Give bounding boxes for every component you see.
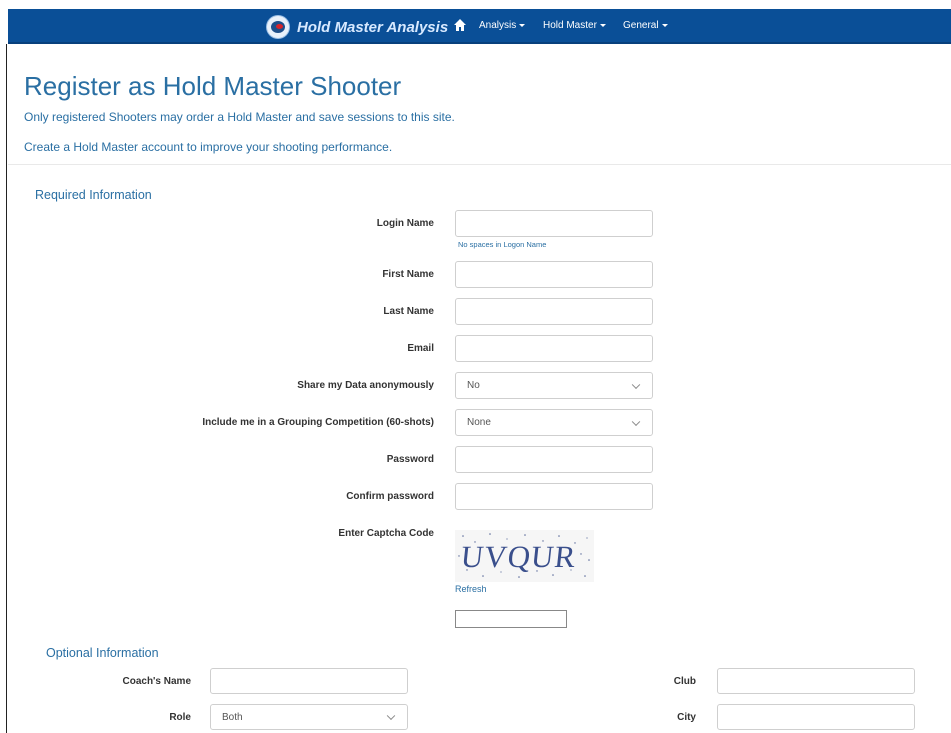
- city-input[interactable]: [717, 704, 915, 730]
- coach-name-label: Coach's Name: [122, 676, 191, 687]
- required-info-heading: Required Information: [35, 188, 152, 202]
- section-divider: [8, 164, 951, 165]
- top-navbar: Hold Master Analysis Analysis Hold Maste…: [8, 9, 951, 44]
- coach-name-input[interactable]: [210, 668, 408, 694]
- password-input[interactable]: [455, 446, 653, 473]
- email-input[interactable]: [455, 335, 653, 362]
- password-label: Password: [386, 454, 434, 465]
- city-label: City: [677, 712, 696, 723]
- last-name-input[interactable]: [455, 298, 653, 325]
- role-label: Role: [169, 712, 191, 723]
- brand-title: Hold Master Analysis: [297, 18, 449, 36]
- login-name-input[interactable]: [455, 210, 653, 237]
- optional-info-heading: Optional Information: [46, 646, 159, 660]
- brand-link[interactable]: Hold Master Analysis: [267, 16, 448, 38]
- nav-menu-label: Analysis: [479, 20, 517, 31]
- captcha-input[interactable]: [455, 610, 567, 628]
- page-title: Register as Hold Master Shooter: [24, 71, 402, 101]
- confirm-password-input[interactable]: [455, 483, 653, 510]
- intro-text-2: Create a Hold Master account to improve …: [24, 140, 393, 154]
- role-value: Both: [222, 711, 243, 723]
- chevron-down-icon: [631, 417, 641, 426]
- home-icon[interactable]: [453, 18, 467, 32]
- caret-down-icon: [519, 24, 526, 27]
- confirm-password-label: Confirm password: [346, 491, 434, 502]
- captcha-label: Enter Captcha Code: [338, 528, 434, 539]
- share-data-value: No: [467, 380, 480, 391]
- chevron-down-icon: [386, 711, 396, 721]
- captcha-image: UVQUR: [455, 530, 594, 582]
- intro-text-1: Only registered Shooters may order a Hol…: [24, 110, 455, 124]
- role-select[interactable]: Both: [210, 704, 408, 730]
- share-data-select[interactable]: No: [455, 372, 653, 399]
- first-name-label: First Name: [382, 269, 434, 280]
- email-label: Email: [407, 343, 434, 354]
- caret-down-icon: [599, 24, 606, 27]
- chevron-down-icon: [631, 380, 641, 389]
- login-name-hint: No spaces in Logon Name: [458, 240, 547, 249]
- competition-label: Include me in a Grouping Competition (60…: [202, 417, 434, 428]
- login-name-label: Login Name: [376, 218, 434, 229]
- club-label: Club: [673, 676, 696, 687]
- target-logo-icon: [267, 16, 289, 38]
- share-data-label: Share my Data anonymously: [297, 380, 434, 391]
- captcha-refresh-link[interactable]: Refresh: [455, 584, 487, 594]
- nav-menu-analysis[interactable]: Analysis: [479, 20, 526, 31]
- nav-menu-label: General: [623, 20, 659, 31]
- nav-menu-label: Hold Master: [543, 20, 597, 31]
- competition-select[interactable]: None: [455, 409, 653, 436]
- club-input[interactable]: [717, 668, 915, 694]
- last-name-label: Last Name: [383, 306, 434, 317]
- caret-down-icon: [661, 24, 668, 27]
- captcha-code: UVQUR: [459, 539, 579, 574]
- nav-menu-general[interactable]: General: [623, 20, 668, 31]
- first-name-input[interactable]: [455, 261, 653, 288]
- window-left-border: [6, 44, 7, 733]
- nav-menu-hold-master[interactable]: Hold Master: [543, 20, 606, 31]
- competition-value: None: [467, 417, 491, 428]
